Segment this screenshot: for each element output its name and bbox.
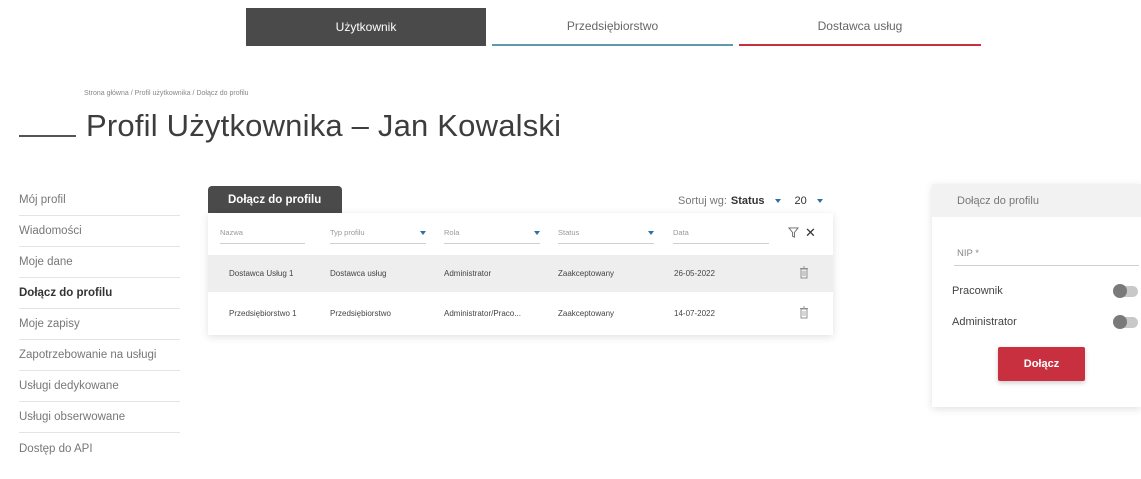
- filter-role-select[interactable]: Rola: [444, 222, 540, 244]
- administrator-toggle[interactable]: [1113, 314, 1138, 329]
- nip-input[interactable]: NIP *: [954, 240, 1139, 266]
- tab-przedsiebiorstwo[interactable]: Przedsiębiorstwo: [492, 8, 733, 46]
- panel-title: Dołącz do profilu: [932, 184, 1141, 217]
- cell-role: Administrator: [444, 269, 492, 278]
- filter-type-select[interactable]: Typ profilu: [330, 222, 426, 244]
- filter-name-input[interactable]: Nazwa: [220, 222, 305, 244]
- filter-status-label: Status: [558, 228, 580, 237]
- sidebar-item-wiadomosci[interactable]: Wiadomości: [19, 216, 180, 247]
- table-row[interactable]: Przedsiębiorstwo 1 Przedsiębiorstwo Admi…: [208, 295, 833, 332]
- tab-uzytkownik[interactable]: Użytkownik: [246, 8, 486, 46]
- sort-label: Sortuj wg:: [678, 195, 727, 207]
- title-row: Profil Użytkownika – Jan Kowalski: [19, 108, 561, 144]
- page-size-chevron-down-icon[interactable]: [816, 199, 823, 203]
- sidebar-item-moj-profil[interactable]: Mój profil: [19, 185, 180, 216]
- toggle-label-administrator: Administrator: [952, 316, 1017, 328]
- table-row[interactable]: Dostawca Usług 1 Dostawca usług Administ…: [208, 255, 833, 292]
- trash-icon[interactable]: [799, 306, 809, 319]
- page-title: Profil Użytkownika – Jan Kowalski: [86, 108, 562, 143]
- sort-control: Sortuj wg: Status 20: [678, 195, 823, 207]
- toggle-row-pracownik: Pracownik: [952, 282, 1138, 300]
- toggle-label-pracownik: Pracownik: [952, 285, 1003, 297]
- title-decoration-line: [19, 135, 76, 137]
- page-size-select[interactable]: 20: [795, 195, 807, 207]
- filter-role-label: Rola: [444, 228, 460, 237]
- filter-actions: ✕: [788, 226, 816, 239]
- sort-chevron-down-icon[interactable]: [774, 199, 781, 203]
- clear-filters-close-icon[interactable]: ✕: [805, 226, 816, 239]
- role-tabs: Użytkownik Przedsiębiorstwo Dostawca usł…: [246, 8, 981, 46]
- cell-date: 14-07-2022: [674, 309, 715, 318]
- toggle-row-administrator: Administrator: [952, 313, 1138, 331]
- filter-status-select[interactable]: Status: [558, 222, 654, 244]
- cell-name: Przedsiębiorstwo 1: [229, 309, 297, 318]
- sidebar-item-dostep-do-api[interactable]: Dostęp do API: [19, 433, 180, 464]
- cell-status: Zaakceptowany: [558, 269, 615, 278]
- chevron-down-icon: [534, 231, 540, 235]
- join-profile-panel: Dołącz do profilu NIP * Pracownik Admini…: [932, 184, 1141, 407]
- sidebar: Mój profil Wiadomości Moje dane Dołącz d…: [19, 185, 180, 464]
- join-button[interactable]: Dołącz: [998, 347, 1085, 381]
- filter-date-input[interactable]: Data: [673, 222, 769, 244]
- cell-status: Zaakceptowany: [558, 309, 615, 318]
- cell-role: Administrator/Praco...: [444, 309, 521, 318]
- cell-name: Dostawca Usług 1: [229, 269, 294, 278]
- chevron-down-icon: [648, 231, 654, 235]
- cell-type: Dostawca usług: [330, 269, 387, 278]
- sidebar-item-zapotrzebowanie[interactable]: Zapotrzebowanie na usługi: [19, 340, 180, 371]
- breadcrumb[interactable]: Strona główna / Profil użytkownika / Doł…: [84, 90, 249, 97]
- tab-dostawca-uslug[interactable]: Dostawca usług: [739, 8, 981, 46]
- card-tab-dolacz[interactable]: Dołącz do profilu: [208, 186, 342, 213]
- trash-icon[interactable]: [799, 266, 809, 279]
- sidebar-item-dolacz-do-profilu[interactable]: Dołącz do profilu: [19, 278, 180, 309]
- sidebar-item-moje-dane[interactable]: Moje dane: [19, 247, 180, 278]
- cell-date: 26-05-2022: [674, 269, 715, 278]
- sort-select[interactable]: Status: [731, 195, 765, 207]
- sidebar-item-uslugi-obserwowane[interactable]: Usługi obserwowane: [19, 402, 180, 433]
- sidebar-item-uslugi-dedykowane[interactable]: Usługi dedykowane: [19, 371, 180, 402]
- cell-type: Przedsiębiorstwo: [330, 309, 391, 318]
- filter-funnel-icon[interactable]: [788, 227, 799, 238]
- chevron-down-icon: [420, 231, 426, 235]
- filter-type-label: Typ profilu: [330, 228, 365, 237]
- sidebar-item-moje-zapisy[interactable]: Moje zapisy: [19, 309, 180, 340]
- pracownik-toggle[interactable]: [1113, 283, 1138, 298]
